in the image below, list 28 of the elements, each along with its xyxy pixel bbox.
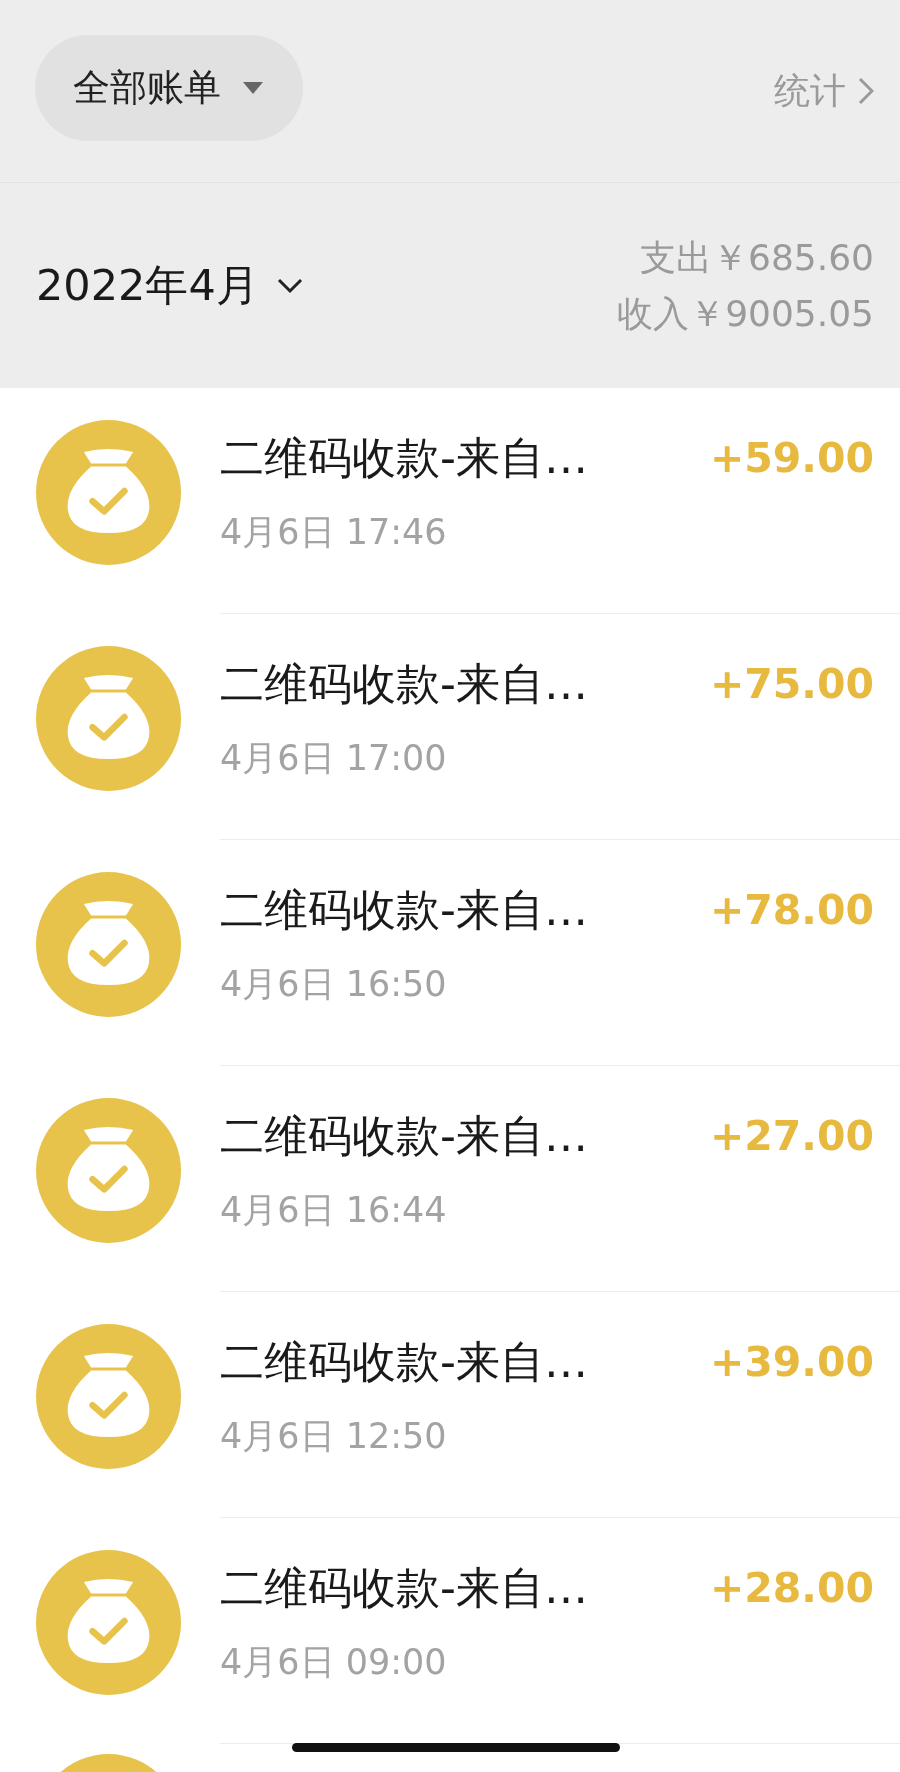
income-total: 收入￥9005.05 <box>617 291 874 336</box>
transaction-amount: +28.00 <box>709 1563 874 1614</box>
month-selector[interactable]: 2022年4月 <box>36 253 303 318</box>
transaction-amount: +75.00 <box>709 659 874 710</box>
transaction-amount: +39.00 <box>709 1337 874 1388</box>
transaction-time: 4月6日 12:50 <box>220 1415 448 1458</box>
expense-total: 支出￥685.60 <box>639 235 874 280</box>
transaction-title: 二维码收款-来自… <box>220 1335 588 1389</box>
transaction-row[interactable]: 二维码收款-来自… 4月6日 09:00 +28.00 <box>0 1518 900 1744</box>
transaction-title: 二维码收款-来自… <box>220 1561 588 1615</box>
transaction-amount: +78.00 <box>709 885 874 936</box>
transaction-time: 4月6日 16:50 <box>220 963 448 1006</box>
transaction-amount: +27.00 <box>709 1111 874 1162</box>
transaction-row[interactable]: 二维码收款-来自… 4月6日 16:50 +78.00 <box>0 840 900 1066</box>
transaction-title: 二维码收款-来自… <box>220 1109 588 1163</box>
transaction-title: 二维码收款-来自… <box>220 431 588 485</box>
transaction-title: 二维码收款-来自… <box>220 883 588 937</box>
transaction-time: 4月6日 17:46 <box>220 511 448 554</box>
transaction-title: 二维码收款-来自… <box>220 657 588 711</box>
transaction-time: 4月6日 16:44 <box>220 1189 448 1232</box>
transaction-time: 4月6日 17:00 <box>220 737 448 780</box>
transaction-time: 4月6日 09:00 <box>220 1641 448 1684</box>
transaction-row[interactable]: 二维码收款-来自… 4月6日 12:50 +39.00 <box>0 1292 900 1518</box>
transaction-amount: +59.00 <box>709 433 874 484</box>
transaction-row[interactable]: 二维码收款-来自… 4月6日 17:46 +59.00 <box>0 388 900 614</box>
filter-button[interactable]: 全部账单 <box>35 35 303 141</box>
transaction-row[interactable]: 二维码收款-来自… 4月6日 17:00 +75.00 <box>0 614 900 840</box>
transaction-row[interactable]: 二维码收款-来自… 4月6日 16:44 +27.00 <box>0 1066 900 1292</box>
